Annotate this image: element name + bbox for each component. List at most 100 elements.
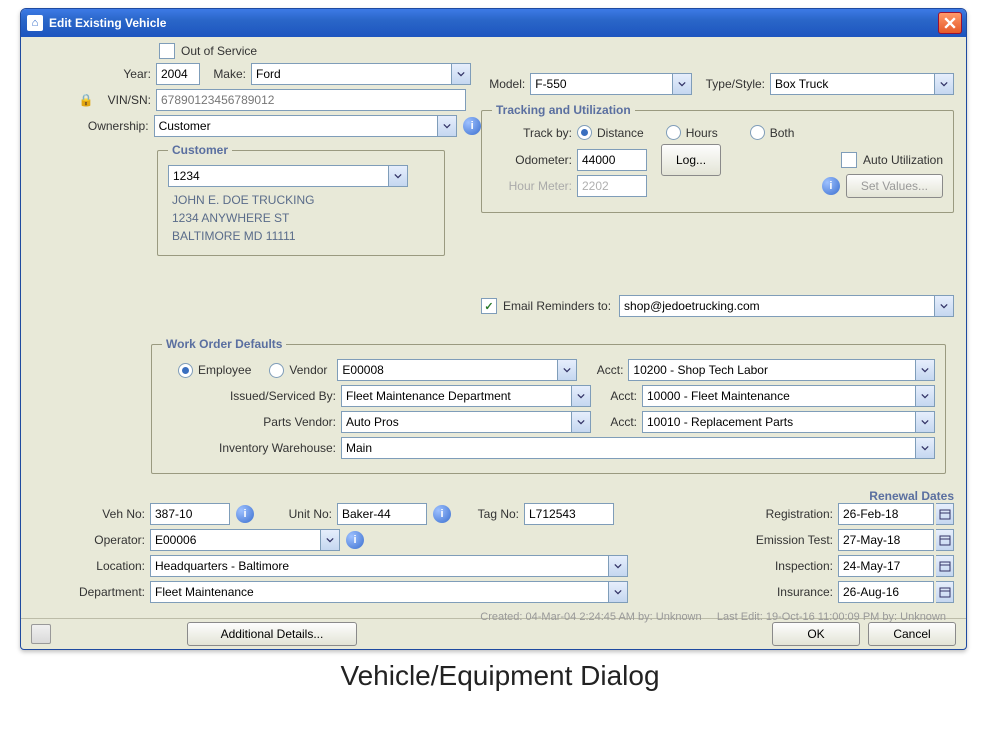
email-combo[interactable]	[619, 295, 954, 317]
window-title: Edit Existing Vehicle	[49, 16, 938, 30]
acct1-combo[interactable]	[628, 359, 935, 381]
chevron-down-icon[interactable]	[672, 74, 691, 94]
track-hours-radio[interactable]	[666, 125, 681, 140]
inv-combo[interactable]	[341, 437, 935, 459]
chevron-down-icon[interactable]	[320, 530, 339, 550]
wod-vendor-radio[interactable]	[269, 363, 284, 378]
issued-label: Issued/Serviced By:	[162, 389, 339, 403]
chevron-down-icon[interactable]	[437, 116, 456, 136]
info-icon[interactable]: i	[346, 531, 364, 549]
out-of-service-label: Out of Service	[181, 44, 257, 58]
registration-input[interactable]	[838, 503, 934, 525]
model-combo[interactable]	[530, 73, 692, 95]
wod-employee-radio[interactable]	[178, 363, 193, 378]
info-icon[interactable]: i	[236, 505, 254, 523]
chevron-down-icon[interactable]	[915, 360, 934, 380]
emission-input[interactable]	[838, 529, 934, 551]
tracking-legend: Tracking and Utilization	[492, 103, 635, 117]
chevron-down-icon[interactable]	[608, 556, 627, 576]
customer-legend: Customer	[168, 143, 232, 157]
ownership-combo[interactable]	[154, 115, 458, 137]
chevron-down-icon[interactable]	[915, 438, 934, 458]
wod-vendor-label: Vendor	[289, 363, 327, 377]
unit-no-input[interactable]	[337, 503, 427, 525]
issued-combo[interactable]	[341, 385, 591, 407]
odometer-label: Odometer:	[492, 153, 575, 167]
calendar-icon[interactable]	[936, 503, 954, 525]
location-combo[interactable]	[150, 555, 628, 577]
inspection-input[interactable]	[838, 555, 934, 577]
wod-employee-label: Employee	[198, 363, 251, 377]
calendar-icon[interactable]	[936, 529, 954, 551]
additional-details-button[interactable]: Additional Details...	[187, 622, 357, 646]
wod-legend: Work Order Defaults	[162, 337, 286, 351]
cancel-button[interactable]: Cancel	[868, 622, 956, 646]
chevron-down-icon[interactable]	[557, 360, 576, 380]
set-values-button: Set Values...	[846, 174, 943, 198]
insurance-input[interactable]	[838, 581, 934, 603]
renewal-dates-header: Renewal Dates	[869, 489, 954, 503]
unit-no-label: Unit No:	[256, 507, 335, 521]
ok-button[interactable]: OK	[772, 622, 860, 646]
year-label: Year:	[31, 67, 154, 81]
email-reminders-checkbox[interactable]	[481, 298, 497, 314]
chevron-down-icon[interactable]	[915, 412, 934, 432]
operator-label: Operator:	[31, 533, 148, 547]
app-icon: ⌂	[27, 15, 43, 31]
parts-combo[interactable]	[341, 411, 591, 433]
info-icon[interactable]: i	[463, 117, 481, 135]
type-combo[interactable]	[770, 73, 954, 95]
dialog-body: Out of Service Year: Make: 🔒 VIN/SN: Own…	[21, 37, 966, 618]
chevron-down-icon[interactable]	[571, 386, 590, 406]
chevron-down-icon[interactable]	[934, 74, 953, 94]
chevron-down-icon[interactable]	[571, 412, 590, 432]
year-input[interactable]	[156, 63, 200, 85]
auto-util-label: Auto Utilization	[863, 153, 943, 167]
work-order-defaults-group: Work Order Defaults Employee Vendor Acct…	[151, 337, 946, 474]
calendar-icon[interactable]	[936, 581, 954, 603]
email-reminders-label: Email Reminders to:	[503, 299, 611, 313]
odometer-input[interactable]	[577, 149, 647, 171]
wod-employee-id-combo[interactable]	[337, 359, 577, 381]
department-label: Department:	[31, 585, 148, 599]
veh-no-label: Veh No:	[31, 507, 148, 521]
image-caption: Vehicle/Equipment Dialog	[0, 660, 1000, 692]
tag-no-input[interactable]	[524, 503, 614, 525]
close-icon	[944, 17, 956, 29]
ownership-label: Ownership:	[31, 119, 152, 133]
emission-label: Emission Test:	[733, 533, 836, 547]
operator-combo[interactable]	[150, 529, 340, 551]
chevron-down-icon[interactable]	[451, 64, 470, 84]
close-button[interactable]	[938, 12, 962, 34]
chevron-down-icon[interactable]	[934, 296, 953, 316]
track-distance-radio[interactable]	[577, 125, 592, 140]
inv-label: Inventory Warehouse:	[162, 441, 339, 455]
log-button[interactable]: Log...	[661, 144, 721, 176]
calendar-icon[interactable]	[936, 555, 954, 577]
customer-name: JOHN E. DOE TRUCKING	[172, 191, 430, 209]
audit-text: Created: 04-Mar-04 2:24:45 AM by: Unknow…	[31, 607, 954, 623]
customer-group: Customer JOHN E. DOE TRUCKING 1234 ANYWH…	[157, 143, 445, 256]
type-label: Type/Style:	[694, 77, 768, 91]
make-combo[interactable]	[251, 63, 471, 85]
department-combo[interactable]	[150, 581, 628, 603]
out-of-service-checkbox[interactable]	[159, 43, 175, 59]
acct3-combo[interactable]	[642, 411, 935, 433]
track-both-radio[interactable]	[750, 125, 765, 140]
model-label: Model:	[481, 77, 528, 91]
statusbar-icon[interactable]	[31, 624, 51, 644]
acct2-combo[interactable]	[642, 385, 935, 407]
vin-label: VIN/SN:	[97, 93, 154, 107]
chevron-down-icon[interactable]	[915, 386, 934, 406]
veh-no-input[interactable]	[150, 503, 230, 525]
registration-label: Registration:	[733, 507, 836, 521]
auto-util-checkbox[interactable]	[841, 152, 857, 168]
vin-input[interactable]	[156, 89, 466, 111]
customer-number-combo[interactable]	[168, 165, 408, 187]
info-icon[interactable]: i	[822, 177, 840, 195]
chevron-down-icon[interactable]	[388, 166, 407, 186]
track-distance-label: Distance	[597, 126, 644, 140]
chevron-down-icon[interactable]	[608, 582, 627, 602]
info-icon[interactable]: i	[433, 505, 451, 523]
parts-label: Parts Vendor:	[162, 415, 339, 429]
